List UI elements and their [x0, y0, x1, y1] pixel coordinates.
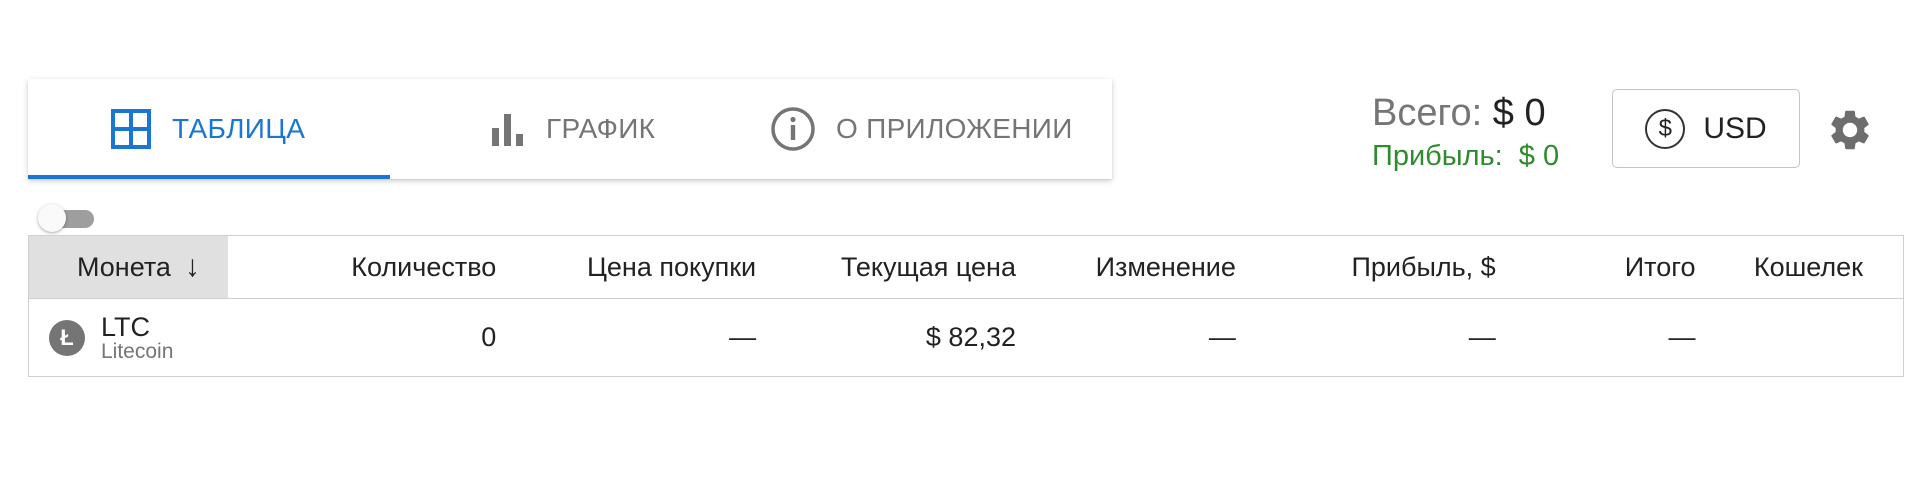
tab-table-label: ТАБЛИЦА — [172, 113, 306, 144]
bar-chart-icon — [490, 112, 526, 146]
coins-table: Монета ↓ Количество Цена покупки Текущая… — [28, 235, 1904, 377]
profit-value: $ 0 — [1518, 140, 1560, 172]
tab-about-label: О ПРИЛОЖЕНИИ — [836, 113, 1073, 144]
column-header-current-price[interactable]: Текущая цена — [756, 235, 1016, 299]
column-header-profit[interactable]: Прибыль, $ — [1235, 235, 1496, 299]
gear-icon[interactable] — [1826, 106, 1874, 154]
coin-name: Litecoin — [101, 339, 174, 363]
tab-chart-label: ГРАФИК — [546, 113, 656, 144]
profit-cell: — — [1468, 322, 1496, 352]
column-header-coin[interactable]: Монета ↓ — [28, 235, 229, 299]
view-toggle[interactable] — [38, 202, 98, 234]
profit-line: Прибыль: $ 0 — [1372, 138, 1559, 174]
wallet-cell — [1696, 299, 1904, 377]
tab-chart[interactable]: ГРАФИК — [390, 79, 740, 179]
tab-table[interactable]: ТАБЛИЦА — [28, 79, 390, 179]
buy-price-cell: — — [729, 322, 757, 352]
toggle-thumb — [38, 204, 66, 232]
column-header-wallet[interactable]: Кошелек — [1695, 235, 1904, 299]
column-header-buy-price[interactable]: Цена покупки — [496, 235, 757, 299]
litecoin-icon: Ł — [49, 319, 85, 356]
column-header-total[interactable]: Итого — [1495, 235, 1696, 299]
portfolio-totals: Всего: $ 0 Прибыль: $ 0 — [1372, 92, 1559, 174]
column-header-quantity[interactable]: Количество — [228, 235, 497, 299]
total-line: Всего: $ 0 — [1372, 92, 1559, 134]
column-header-change[interactable]: Изменение — [1016, 235, 1236, 299]
change-cell: — — [1208, 322, 1236, 352]
currency-button[interactable]: $ USD — [1612, 89, 1800, 168]
grid-icon — [110, 108, 152, 150]
nav-tabs: ТАБЛИЦА ГРАФИК О ПРИЛОЖЕНИИ — [28, 79, 1112, 179]
current-price-cell: $ 82,32 — [925, 322, 1016, 352]
sort-down-icon: ↓ — [184, 250, 200, 283]
table-header-row: Монета ↓ Количество Цена покупки Текущая… — [28, 235, 1904, 299]
tab-about[interactable]: О ПРИЛОЖЕНИИ — [740, 79, 1112, 179]
total-cell: — — [1668, 322, 1696, 352]
total-value: $ 0 — [1492, 92, 1546, 134]
currency-label: USD — [1703, 111, 1767, 145]
profit-label: Прибыль: — [1372, 140, 1503, 172]
table-row[interactable]: Ł LTC Litecoin 0 — $ 82,32 — — — — [29, 299, 1904, 377]
info-icon — [770, 106, 816, 152]
quantity-cell: 0 — [481, 322, 497, 352]
total-label: Всего: — [1372, 92, 1483, 134]
coin-symbol: LTC — [101, 311, 151, 342]
column-coin-label: Монета — [77, 251, 171, 282]
dollar-coin-icon: $ — [1645, 108, 1686, 149]
coin-cell: Ł LTC Litecoin — [29, 299, 229, 377]
